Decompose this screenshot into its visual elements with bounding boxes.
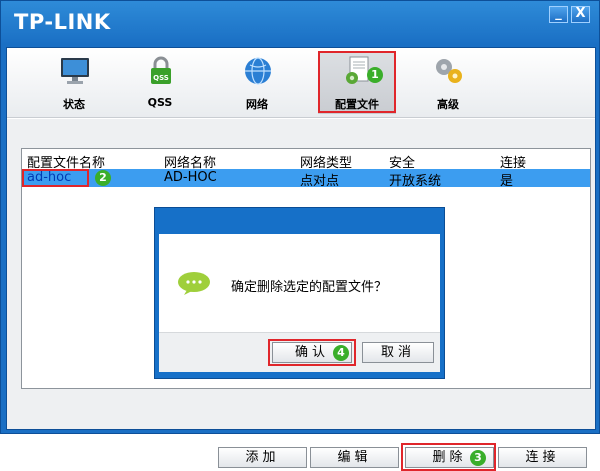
tab-status[interactable]: 状态 <box>35 52 113 114</box>
edit-button[interactable]: 编辑 <box>310 447 399 468</box>
cancel-button[interactable]: 取消 <box>362 342 434 363</box>
dialog-message: 确定删除选定的配置文件？ <box>231 280 388 295</box>
client-area: 状态 QSS QSS 网络 配置文件 高级 1 配置文件名称 网络名称 网络类型… <box>6 47 596 471</box>
qss-lock-icon: QSS <box>151 56 171 84</box>
cell-connected: 是 <box>500 174 514 189</box>
step-badge-4: 4 <box>333 345 349 361</box>
step-badge-2: 2 <box>95 170 111 186</box>
list-header: 配置文件名称 网络名称 网络类型 安全 连接 <box>22 149 590 171</box>
highlight-list-row <box>22 169 89 187</box>
connect-button[interactable]: 连接 <box>498 447 587 468</box>
minimize-button[interactable]: _ <box>549 6 568 23</box>
close-button[interactable]: X <box>571 6 590 23</box>
dialog-body: 确定删除选定的配置文件？ <box>159 234 440 332</box>
tab-network[interactable]: 网络 <box>218 52 296 114</box>
gears-icon <box>436 59 462 83</box>
cell-security: 开放系统 <box>389 174 442 189</box>
brand-logo: TP-LINK <box>14 10 111 34</box>
tab-qss[interactable]: QSS QSS <box>121 52 199 114</box>
profiles-panel: 配置文件名称 网络名称 网络类型 安全 连接 ad-hoc AD-HOC 点对点… <box>7 119 595 471</box>
highlight-profiles-tab <box>318 51 396 113</box>
add-button[interactable]: 添加 <box>218 447 307 468</box>
step-badge-3: 3 <box>470 450 486 466</box>
monitor-icon <box>61 58 89 84</box>
svg-text:QSS: QSS <box>153 74 169 82</box>
tab-status-label: 状态 <box>63 98 85 111</box>
tab-qss-label: QSS <box>147 96 173 109</box>
toolbar: 状态 QSS QSS 网络 配置文件 高级 1 <box>7 48 595 118</box>
step-badge-1: 1 <box>367 67 383 83</box>
cell-network-type: 点对点 <box>300 174 340 189</box>
cell-network-name: AD-HOC <box>164 170 217 185</box>
dialog-footer: 确认 取消 4 <box>159 332 440 372</box>
app-window: TP-LINK _ X 状态 QSS QSS 网络 配置文件 高级 1 配置文件… <box>0 0 600 471</box>
confirm-dialog: 确定删除选定的配置文件？ 确认 取消 4 <box>154 207 445 379</box>
speech-bubble-icon <box>178 272 210 295</box>
tab-advanced-label: 高级 <box>437 98 459 111</box>
globe-icon <box>245 57 271 85</box>
table-row[interactable]: ad-hoc AD-HOC 点对点 开放系统 是 2 <box>22 169 590 189</box>
tab-advanced[interactable]: 高级 <box>409 52 487 114</box>
title-bar[interactable]: TP-LINK _ X <box>1 1 600 45</box>
tab-network-label: 网络 <box>246 98 268 111</box>
